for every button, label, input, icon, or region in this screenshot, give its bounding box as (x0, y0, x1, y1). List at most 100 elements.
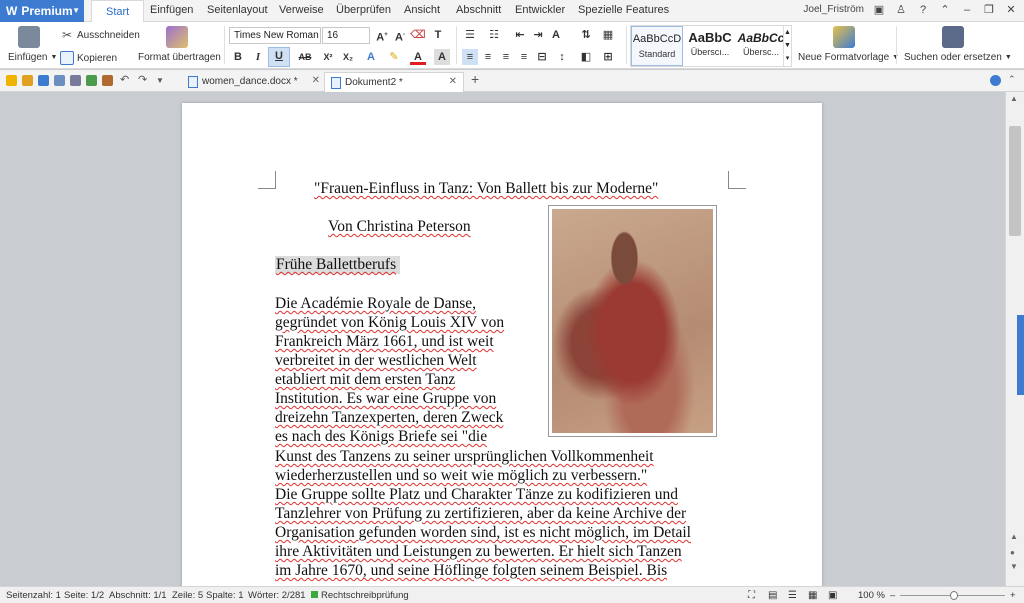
style-standard[interactable]: AaBbCcD Standard (631, 26, 683, 66)
distribute-icon[interactable]: ⊟ (534, 49, 550, 65)
new-style-icon[interactable] (833, 26, 855, 48)
print-icon[interactable] (70, 75, 81, 86)
copy-button[interactable]: Kopieren (60, 51, 117, 65)
clear-format-icon[interactable]: ⌫ (410, 27, 426, 43)
tab-developer[interactable]: Entwickler (515, 4, 565, 16)
body-line[interactable]: dreizehn Tanzexperten, deren Zweck (275, 409, 503, 427)
page-view-icon[interactable]: ▤ (768, 590, 777, 601)
phonetic-guide-icon[interactable]: T (430, 27, 446, 43)
side-panel-tab[interactable] (1017, 315, 1024, 395)
tab-view[interactable]: Ansicht (404, 4, 440, 16)
export-pdf-icon[interactable] (54, 75, 65, 86)
body-line[interactable]: etabliert mit dem ersten Tanz (275, 371, 455, 389)
scroll-up-icon[interactable]: ▲ (1010, 94, 1018, 103)
zoom-in-icon[interactable]: + (1010, 590, 1016, 601)
column-indicator[interactable]: Spalte: 1 (206, 590, 244, 601)
document-workspace[interactable]: "Frauen-Einfluss in Tanz: Von Ballett bi… (0, 92, 1005, 586)
strikethrough-button[interactable]: AB (296, 49, 314, 65)
tab-special-features[interactable]: Spezielle Features (578, 4, 669, 16)
minimize-icon[interactable]: – (960, 4, 974, 16)
word-count[interactable]: Wörter: 2/281 (248, 590, 306, 601)
line-indicator[interactable]: Zeile: 5 (172, 590, 203, 601)
collapse-icon[interactable]: ⌃ (1008, 74, 1019, 85)
align-right-icon[interactable]: ≡ (498, 49, 514, 65)
justify-icon[interactable]: ≡ (516, 49, 532, 65)
shirt-icon[interactable]: ♙ (894, 3, 908, 16)
tab-review[interactable]: Überprüfen (336, 4, 391, 16)
zoom-level[interactable]: 100 % (858, 590, 885, 601)
format-painter-button[interactable]: Format übertragen (138, 52, 221, 63)
doc-tab-dokument2[interactable]: Dokument2 * ✕ (324, 72, 464, 92)
body-line[interactable]: ihre Aktivitäten und Leistungen zu bewer… (275, 543, 682, 561)
document-page[interactable]: "Frauen-Einfluss in Tanz: Von Ballett bi… (182, 103, 822, 586)
skin-icon[interactable]: ▣ (872, 3, 886, 16)
print-preview-icon[interactable] (86, 75, 97, 86)
spellcheck-status[interactable]: Rechtschreibprüfung (311, 590, 409, 601)
format-painter-small-icon[interactable] (102, 75, 113, 86)
body-line[interactable]: Institution. Es war eine Gruppe von (275, 390, 496, 408)
tab-insert[interactable]: Einfügen (150, 4, 193, 16)
close-tab-icon[interactable]: ✕ (312, 75, 320, 86)
focus-mode-icon[interactable]: ⛶ (748, 590, 755, 601)
align-left-icon[interactable]: ≡ (462, 49, 478, 65)
cloud-icon[interactable] (990, 75, 1001, 86)
shrink-font-icon[interactable]: A- (392, 27, 408, 44)
chinese-layout-icon[interactable]: A (548, 27, 564, 43)
underline-button[interactable]: U (268, 47, 290, 67)
body-line[interactable]: Organisation gefunden worden sind, ist e… (275, 524, 691, 542)
ballet-painting-image[interactable] (548, 205, 717, 437)
prev-page-icon[interactable]: ▲ (1010, 532, 1018, 541)
select-browse-object-icon[interactable]: ● (1010, 548, 1015, 557)
paste-button[interactable]: Einfügen ▼ (8, 52, 57, 63)
find-replace-button[interactable]: Suchen oder ersetzen ▼ (904, 52, 1012, 63)
binoculars-icon[interactable] (942, 26, 964, 48)
body-line[interactable]: gegründet von König Louis XIV von (275, 314, 504, 332)
undo-icon[interactable]: ↶ (120, 73, 131, 86)
user-name[interactable]: Joel_Friström (803, 4, 864, 15)
new-style-button[interactable]: Neue Formatvorlage▼ (798, 52, 899, 63)
text-effects-icon[interactable]: A (363, 49, 379, 65)
close-icon[interactable]: ✕ (1004, 3, 1018, 16)
line-spacing-icon[interactable]: ↕ (554, 49, 570, 65)
body-line[interactable]: verbreitet in der westlichen Welt (275, 352, 477, 370)
subscript-button[interactable]: X₂ (340, 49, 356, 65)
section-indicator[interactable]: Abschnitt: 1/1 (109, 590, 167, 601)
zoom-out-icon[interactable]: – (890, 590, 895, 601)
reading-view-icon[interactable]: ▣ (828, 590, 837, 601)
web-view-icon[interactable]: ▦ (808, 590, 817, 601)
outline-view-icon[interactable]: ☰ (788, 590, 797, 601)
highlight-icon[interactable]: ✎ (386, 49, 402, 65)
new-document-icon[interactable] (6, 75, 17, 86)
body-line[interactable]: wiederherzustellen und so weit wie mögli… (275, 467, 647, 485)
ribbon-toggle-icon[interactable]: ⌃ (938, 3, 952, 16)
body-line[interactable]: im Jahre 1670, und seine Höflinge folgte… (275, 562, 667, 580)
redo-icon[interactable]: ↷ (138, 73, 149, 86)
char-shading-icon[interactable]: A (434, 49, 450, 65)
align-center-icon[interactable]: ≡ (480, 49, 496, 65)
font-size-select[interactable]: 16 (322, 27, 370, 44)
format-painter-icon[interactable] (166, 26, 188, 48)
font-color-icon[interactable]: A (410, 49, 426, 65)
new-tab-icon[interactable]: + (471, 71, 482, 87)
doc-tab-women-dance[interactable]: women_dance.docx * ✕ (182, 72, 320, 92)
tab-section[interactable]: Abschnitt (456, 4, 501, 16)
cut-button[interactable]: ✂ Ausschneiden (60, 28, 140, 42)
bullets-icon[interactable]: ☰ (462, 27, 478, 43)
close-tab-icon[interactable]: ✕ (449, 76, 457, 87)
section-heading[interactable]: Frühe Ballettberufs (275, 256, 401, 274)
tab-start[interactable]: Start (91, 0, 145, 23)
next-page-icon[interactable]: ▼ (1010, 562, 1018, 571)
maximize-icon[interactable]: ❐ (982, 3, 996, 16)
superscript-button[interactable]: X² (320, 49, 336, 65)
bold-button[interactable]: B (230, 49, 246, 65)
tab-references[interactable]: Verweise (279, 4, 324, 16)
italic-button[interactable]: I (250, 49, 266, 65)
paste-icon[interactable] (18, 26, 40, 48)
scrollbar-thumb[interactable] (1009, 126, 1021, 236)
numbering-icon[interactable]: ☷ (486, 27, 502, 43)
body-line[interactable]: Tanzlehrer von Prüfung zu zertifizieren,… (275, 505, 686, 523)
body-line[interactable]: es nach des Königs Briefe sei "die (275, 428, 487, 446)
save-icon[interactable] (38, 75, 49, 86)
document-author[interactable]: Von Christina Peterson (328, 218, 471, 236)
body-line[interactable]: Frankreich März 1661, und ist weit (275, 333, 494, 351)
